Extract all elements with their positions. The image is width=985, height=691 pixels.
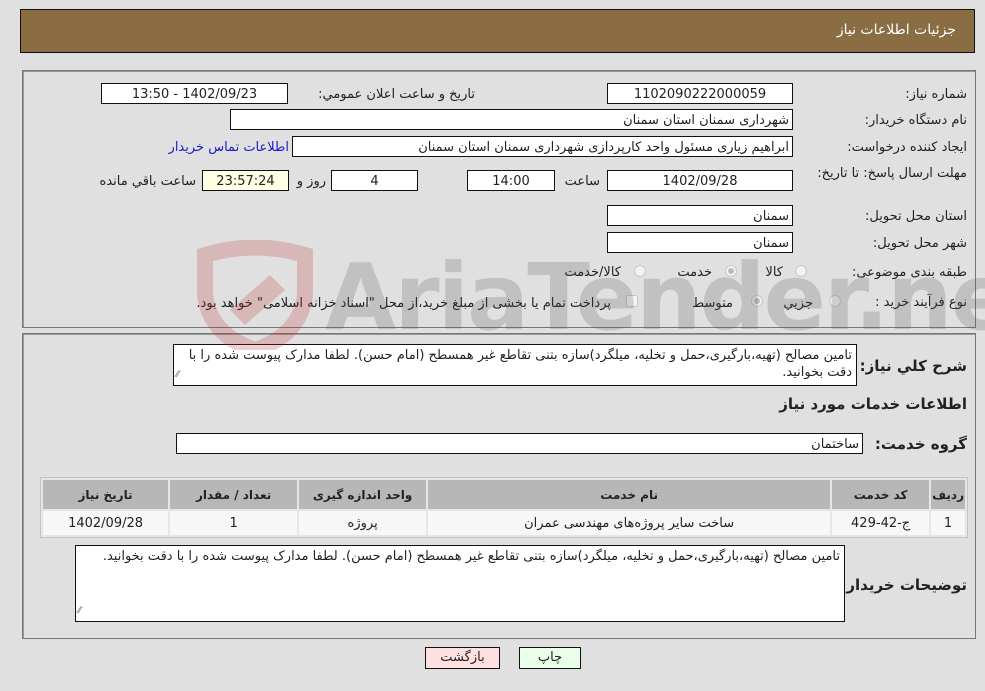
col-header-quantity: تعداد / مقدار: [170, 480, 298, 509]
category-label: طبقه بندی موضوعی:: [851, 265, 967, 280]
col-header-service-code: کد خدمت: [832, 480, 930, 509]
announce-datetime-field[interactable]: 1402/09/23 - 13:50: [101, 83, 288, 104]
deadline-date-field[interactable]: 1402/09/28: [607, 170, 793, 191]
category-option-goods: کالا: [765, 265, 783, 280]
treasury-checkbox[interactable]: [626, 295, 638, 307]
deadline-time-field[interactable]: 14:00: [467, 170, 555, 191]
category-option-service: خدمت: [677, 265, 712, 280]
need-number-field[interactable]: 1102090222000059: [607, 83, 793, 104]
purchase-radio-minor[interactable]: [829, 295, 841, 307]
resize-grip-icon[interactable]: ⁄⁄: [78, 603, 81, 620]
summary-text: تامین مصالح (تهیه،بارگیری،حمل و تخلیه، م…: [188, 348, 852, 380]
cell-service-code: ج-42-429: [832, 511, 930, 535]
resize-grip-icon[interactable]: ⁄⁄: [176, 367, 179, 384]
delivery-province-field[interactable]: سمنان: [607, 205, 793, 226]
requester-label: ایجاد کننده درخواست:: [847, 140, 967, 155]
summary-label: شرح کلي نیاز:: [859, 357, 967, 375]
category-radio-service[interactable]: [725, 265, 737, 277]
category-option-goods-service: کالا/خدمت: [564, 265, 621, 280]
cell-row-number: 1: [931, 511, 965, 535]
purchase-radio-medium[interactable]: [751, 295, 763, 307]
time-remaining-label: ساعت باقي مانده: [99, 174, 196, 189]
cell-service-name: ساخت سایر پروژه‌های مهندسی عمران: [428, 511, 831, 535]
page-title: جزئیات اطلاعات نیاز: [836, 22, 956, 38]
days-label: روز و: [296, 174, 326, 189]
purchase-type-label: نوع فرآیند خرید :: [875, 295, 967, 310]
cell-quantity: 1: [170, 511, 298, 535]
cell-unit: پروژه: [299, 511, 427, 535]
col-header-unit: واحد اندازه گیری: [299, 480, 427, 509]
buyer-notes-label: توضیحات خریدار:: [840, 576, 967, 594]
delivery-city-field[interactable]: سمنان: [607, 232, 793, 253]
deadline-label: مهلت ارسال پاسخ: تا تاریخ:: [817, 166, 967, 181]
services-table: ردیف کد خدمت نام خدمت واحد اندازه گیری ت…: [40, 477, 968, 538]
category-radio-goods[interactable]: [795, 265, 807, 277]
col-header-service-name: نام خدمت: [428, 480, 831, 509]
buyer-contact-link[interactable]: اطلاعات تماس خریدار: [169, 140, 289, 155]
buyer-org-field[interactable]: شهرداری سمنان استان سمنان: [230, 109, 793, 130]
time-remaining-field: 23:57:24: [202, 170, 289, 191]
treasury-checkbox-label: پرداخت تمام یا بخشی از مبلغ خرید،از محل …: [196, 296, 611, 311]
table-row: 1 ج-42-429 ساخت سایر پروژه‌های مهندسی عم…: [43, 511, 965, 535]
requester-field[interactable]: ابراهیم زیاری مسئول واحد کارپردازی شهردا…: [292, 136, 793, 157]
days-remaining-field[interactable]: 4: [331, 170, 418, 191]
back-button[interactable]: بازگشت: [425, 647, 500, 669]
category-radio-goods-service[interactable]: [634, 265, 646, 277]
service-group-label: گروه خدمت:: [874, 435, 967, 453]
summary-textarea[interactable]: تامین مصالح (تهیه،بارگیری،حمل و تخلیه، م…: [173, 344, 857, 386]
delivery-city-label: شهر محل تحویل:: [872, 236, 967, 251]
table-header-row: ردیف کد خدمت نام خدمت واحد اندازه گیری ت…: [43, 480, 965, 509]
services-section-title: اطلاعات خدمات مورد نیاز: [779, 395, 967, 413]
print-button[interactable]: چاپ: [519, 647, 581, 669]
buyer-notes-text: تامین مصالح (تهیه،بارگیری،حمل و تخلیه، م…: [102, 549, 840, 564]
purchase-option-medium: متوسط: [692, 296, 733, 311]
buyer-org-label: نام دستگاه خریدار:: [864, 113, 967, 128]
col-header-row-number: ردیف: [931, 480, 965, 509]
service-group-field[interactable]: ساختمان: [176, 433, 863, 454]
purchase-option-minor: جزيي: [783, 296, 813, 311]
delivery-province-label: استان محل تحویل:: [865, 209, 967, 224]
buyer-notes-textarea[interactable]: تامین مصالح (تهیه،بارگیری،حمل و تخلیه، م…: [75, 545, 845, 622]
cell-need-date: 1402/09/28: [43, 511, 169, 535]
announce-datetime-label: تاریخ و ساعت اعلان عمومي:: [318, 87, 475, 102]
need-number-label: شماره نیاز:: [905, 87, 967, 102]
col-header-need-date: تاریخ نیاز: [43, 480, 169, 509]
deadline-time-label: ساعت: [564, 174, 600, 189]
page-header: جزئیات اطلاعات نیاز: [20, 9, 975, 53]
